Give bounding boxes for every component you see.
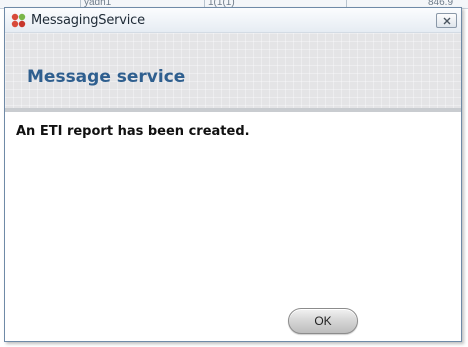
app-icon: [11, 13, 26, 28]
ok-button[interactable]: OK: [288, 308, 358, 334]
dialog-header: Message service: [5, 33, 461, 112]
close-icon: [443, 17, 451, 25]
messaging-dialog: MessagingService Message service An ETI …: [4, 7, 462, 342]
window-title: MessagingService: [31, 13, 145, 28]
message-text: An ETI report has been created.: [16, 124, 250, 139]
close-button[interactable]: [436, 13, 457, 28]
title-bar[interactable]: MessagingService: [5, 8, 461, 33]
header-title: Message service: [27, 67, 186, 87]
